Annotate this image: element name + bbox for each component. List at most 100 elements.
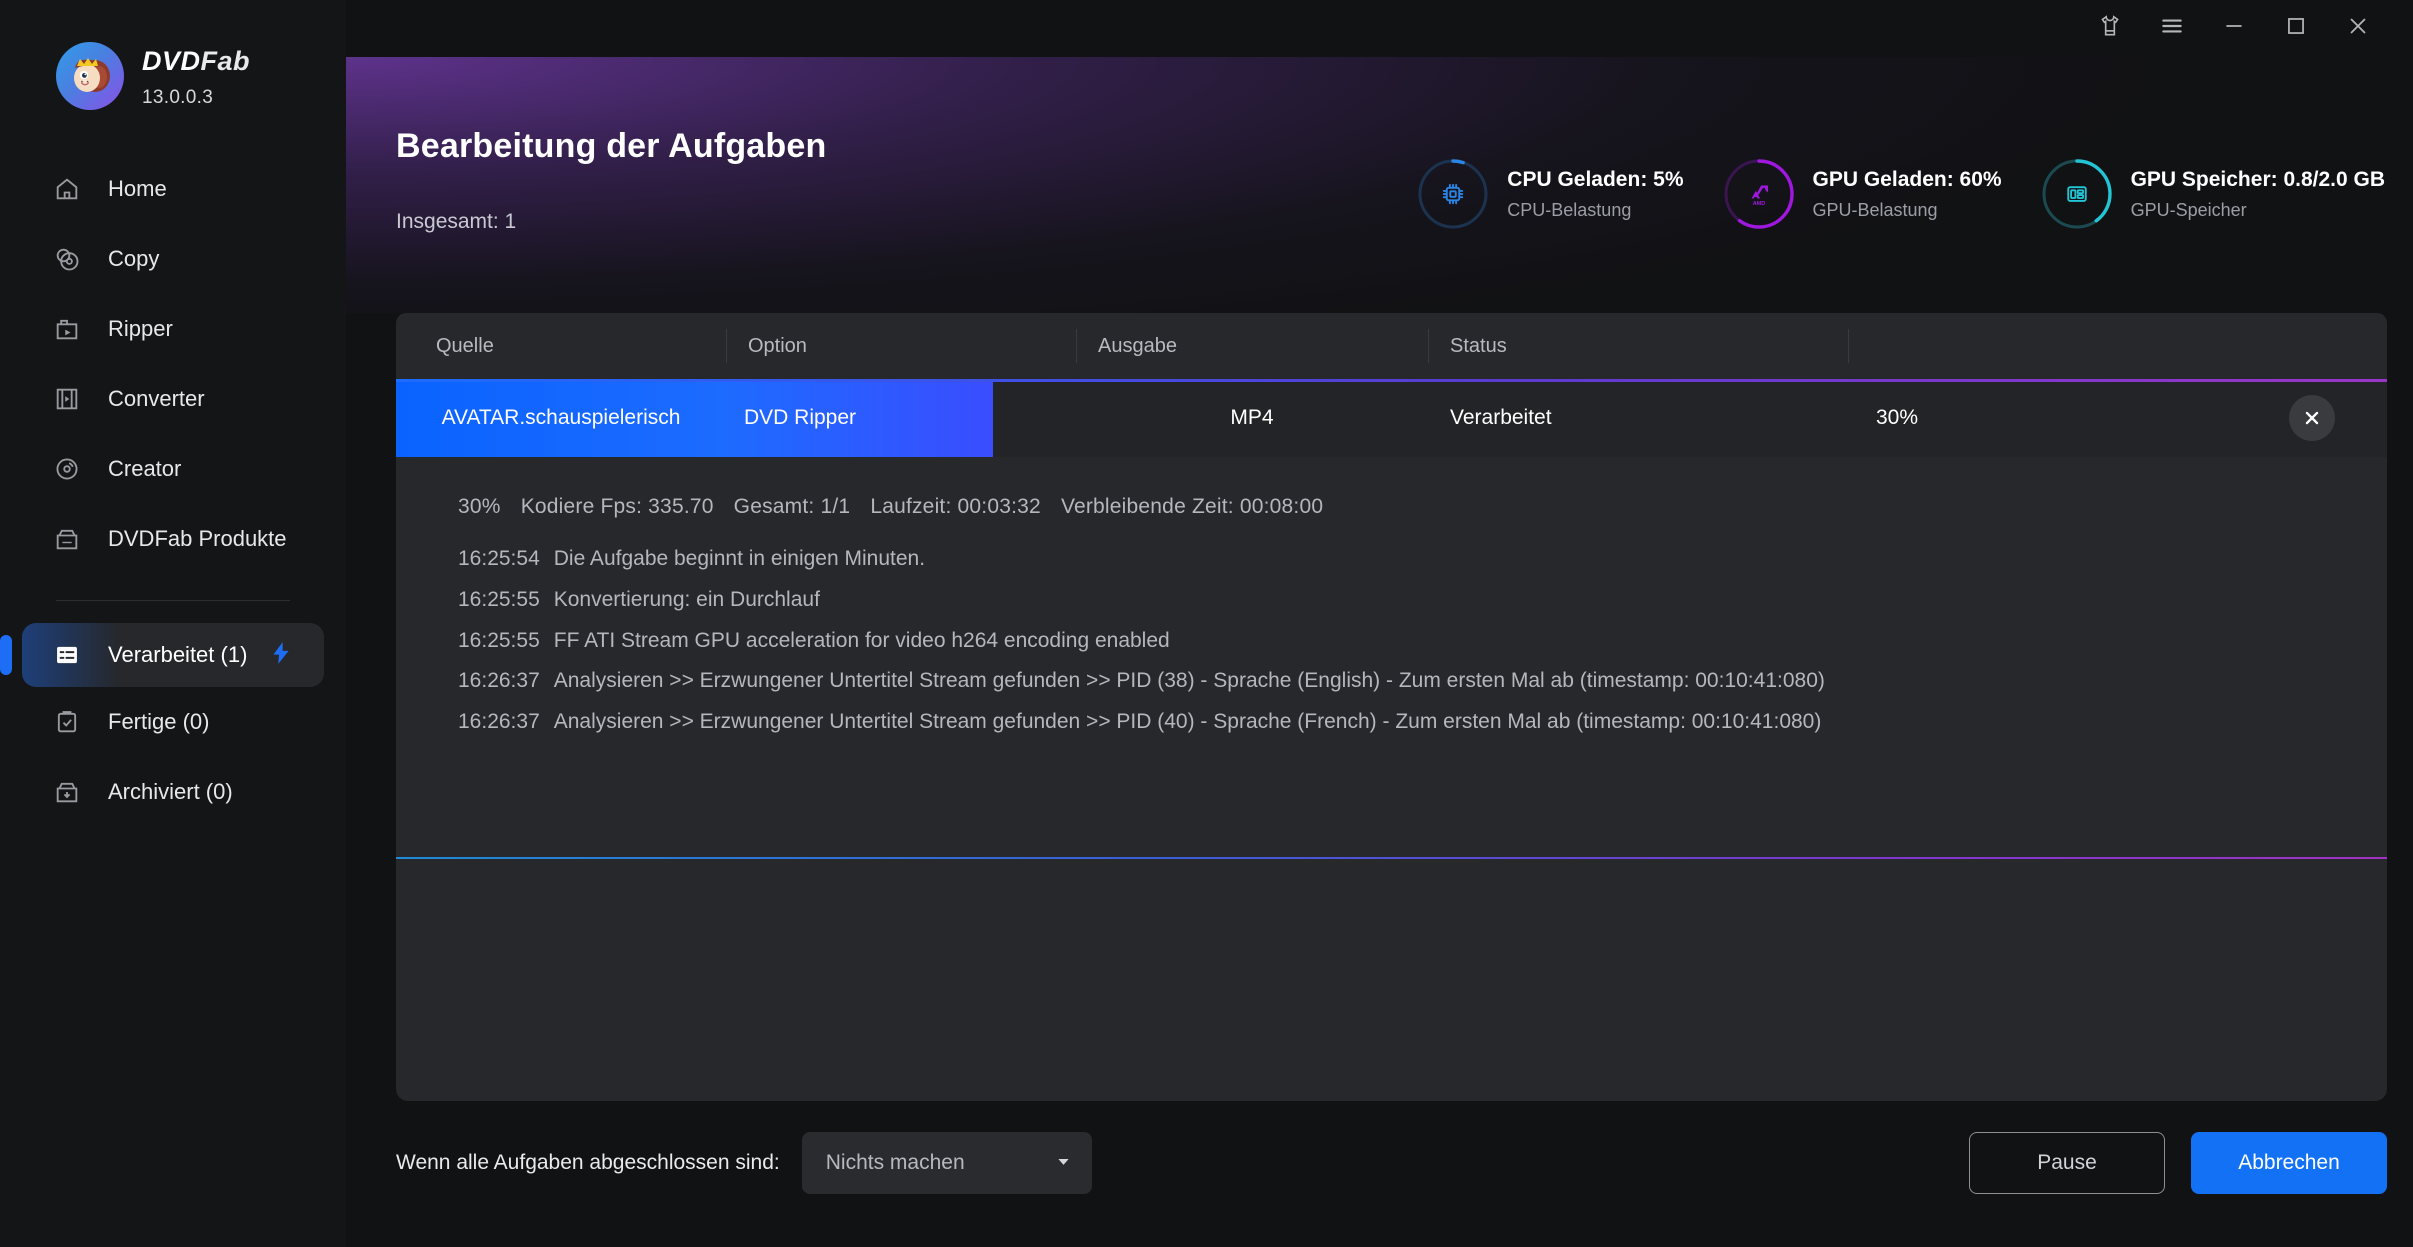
svg-text:AMD: AMD xyxy=(1752,201,1764,207)
sidebar-item-label: Ripper xyxy=(108,316,173,341)
sidebar-item-verarbeitet[interactable]: Verarbeitet (1) xyxy=(0,623,324,687)
brand-name-fab: Fab xyxy=(200,46,251,76)
task-detail-panel: 30% Kodiere Fps: 335.70 Gesamt: 1/1 Lauf… xyxy=(396,457,2387,1101)
close-task-icon[interactable] xyxy=(2289,395,2335,441)
column-header-actions xyxy=(1848,313,2387,379)
log-entry: 16:26:37 Analysieren >> Erzwungener Unter… xyxy=(458,710,2387,735)
gpu-load-ring: AMD xyxy=(1722,157,1796,231)
minimize-button[interactable] xyxy=(2203,0,2265,57)
column-header-option: Option xyxy=(726,313,1076,379)
log-timestamp: 16:26:37 xyxy=(458,710,540,734)
log-entry: 16:25:55 Konvertierung: ein Durchlauf xyxy=(458,588,2387,613)
task-log: 16:25:54 Die Aufgabe beginnt in einigen M… xyxy=(396,547,2387,735)
theme-button[interactable] xyxy=(2079,0,2141,57)
task-total-count: Insgesamt: 1 xyxy=(396,210,517,233)
sidebar-item-label: Home xyxy=(108,176,167,201)
column-header-status: Status xyxy=(1428,313,1848,379)
column-label: Status xyxy=(1450,334,1507,357)
sidebar-item-converter[interactable]: Converter xyxy=(0,364,346,434)
main-area: Bearbeitung der Aufgaben Insgesamt: 1 CP… xyxy=(346,0,2413,1247)
task-progress-label: 30% xyxy=(1876,406,1919,429)
pause-button[interactable]: Pause xyxy=(1969,1132,2165,1194)
monkey-mascot-logo xyxy=(56,42,124,110)
detail-runtime: Laufzeit: 00:03:32 xyxy=(870,495,1041,518)
amd-gpu-icon: AMD xyxy=(1722,157,1796,231)
detail-percent: 30% xyxy=(458,495,501,518)
task-actions xyxy=(2148,379,2387,457)
page-title: Bearbeitung der Aufgaben xyxy=(396,127,827,165)
maximize-icon xyxy=(2283,13,2309,44)
processing-list-icon xyxy=(52,640,82,670)
gpu-memory-stat-subtitle: GPU-Speicher xyxy=(2130,199,2247,220)
sidebar-item-home[interactable]: Home xyxy=(0,154,346,224)
sidebar-item-label: Converter xyxy=(108,386,205,411)
maximize-button[interactable] xyxy=(2265,0,2327,57)
brand-version: 13.0.0.3 xyxy=(142,87,214,108)
gpu-memory-stat-text: GPU Speicher: 0.8/2.0 GB GPU-Speicher xyxy=(2131,168,2385,221)
detail-fps: Kodiere Fps: 335.70 xyxy=(520,495,714,518)
task-option: DVD Ripper xyxy=(744,406,857,429)
sidebar-divider xyxy=(56,600,290,601)
content-area: Bearbeitung der Aufgaben Insgesamt: 1 CP… xyxy=(346,57,2413,1247)
after-completion-label: Wenn alle Aufgaben abgeschlossen sind: xyxy=(396,1151,780,1174)
close-button[interactable] xyxy=(2327,0,2389,57)
task-status: Verarbeitet xyxy=(1450,406,1552,429)
detail-total: Gesamt: 1/1 xyxy=(733,495,851,518)
active-indicator xyxy=(0,635,12,675)
archive-box-icon xyxy=(52,777,82,807)
clipboard-check-icon xyxy=(52,707,82,737)
task-detail-stats: 30% Kodiere Fps: 335.70 Gesamt: 1/1 Lauf… xyxy=(396,495,2387,519)
stat-gpu-memory: GPU Speicher: 0.8/2.0 GB GPU-Speicher xyxy=(2040,157,2385,231)
minimize-icon xyxy=(2221,13,2247,44)
film-strip-icon xyxy=(52,384,82,414)
column-divider xyxy=(726,329,727,363)
sidebar-item-label: Creator xyxy=(108,456,182,481)
disc-creator-icon xyxy=(52,454,82,484)
close-icon xyxy=(2345,13,2371,44)
sidebar-item-label: Verarbeitet (1) xyxy=(108,642,248,667)
sidebar-item-fertige[interactable]: Fertige (0) xyxy=(0,687,346,757)
gpu-memory-icon xyxy=(2040,157,2114,231)
sidebar: DVDFab 13.0.0.3 Home Copy Ripper Convert… xyxy=(0,0,346,1247)
log-message: Analysieren >> Erzwungener Untertitel St… xyxy=(553,669,1825,693)
disc-copy-icon xyxy=(52,244,82,274)
column-divider xyxy=(1076,329,1077,363)
column-divider xyxy=(1848,329,1849,363)
cancel-button[interactable]: Abbrechen xyxy=(2191,1132,2387,1194)
gpu-memory-ring xyxy=(2040,157,2114,231)
log-message: FF ATI Stream GPU acceleration for video… xyxy=(553,628,1170,652)
after-completion-value: Nichts machen xyxy=(825,1151,965,1174)
menu-button[interactable] xyxy=(2141,0,2203,57)
log-entry: 16:26:37 Analysieren >> Erzwungener Unter… xyxy=(458,669,2387,694)
sidebar-item-creator[interactable]: Creator xyxy=(0,434,346,504)
app-window: DVDFab 13.0.0.3 Home Copy Ripper Convert… xyxy=(0,0,2413,1247)
task-output: MP4 xyxy=(1230,406,1274,429)
log-timestamp: 16:25:55 xyxy=(458,628,540,652)
table-header-row: Quelle Option Ausgabe Status xyxy=(396,313,2387,379)
cpu-stat-subtitle: CPU-Belastung xyxy=(1507,199,1632,220)
bottom-action-bar: Wenn alle Aufgaben abgeschlossen sind: N… xyxy=(346,1079,2413,1247)
log-timestamp: 16:26:37 xyxy=(458,669,540,693)
column-label: Ausgabe xyxy=(1098,334,1177,357)
sidebar-item-ripper[interactable]: Ripper xyxy=(0,294,346,364)
log-message: Die Aufgabe beginnt in einigen Minuten. xyxy=(553,547,926,570)
stat-gpu-load: AMD GPU Geladen: 60% GPU-Belastung xyxy=(1722,157,2002,231)
sidebar-item-archiviert[interactable]: Archiviert (0) xyxy=(0,757,346,827)
after-completion-select[interactable]: Nichts machen xyxy=(801,1132,1092,1194)
gpu-stat-title: GPU Geladen: 60% xyxy=(1812,167,2002,191)
theme-shirt-icon xyxy=(2097,13,2123,44)
task-source: AVATAR.schauspielerisch xyxy=(441,406,681,429)
log-message: Konvertierung: ein Durchlauf xyxy=(553,587,820,611)
table-row[interactable]: AVATAR.schauspielerisch DVD Ripper MP4 V… xyxy=(396,379,2387,457)
log-timestamp: 16:25:54 xyxy=(458,547,540,570)
column-label: Option xyxy=(748,334,807,357)
sidebar-item-dvdfab-produkte[interactable]: DVDFab Produkte xyxy=(0,504,346,574)
log-timestamp: 16:25:55 xyxy=(458,587,540,611)
sidebar-item-label: DVDFab Produkte xyxy=(108,526,287,551)
cpu-load-ring xyxy=(1416,157,1490,231)
log-entry: 16:25:54 Die Aufgabe beginnt in einigen M… xyxy=(458,547,2387,572)
gpu-stat-text: GPU Geladen: 60% GPU-Belastung xyxy=(1813,168,2002,221)
home-icon xyxy=(52,174,82,204)
brand-text: DVDFab 13.0.0.3 xyxy=(142,42,250,109)
sidebar-item-copy[interactable]: Copy xyxy=(0,224,346,294)
